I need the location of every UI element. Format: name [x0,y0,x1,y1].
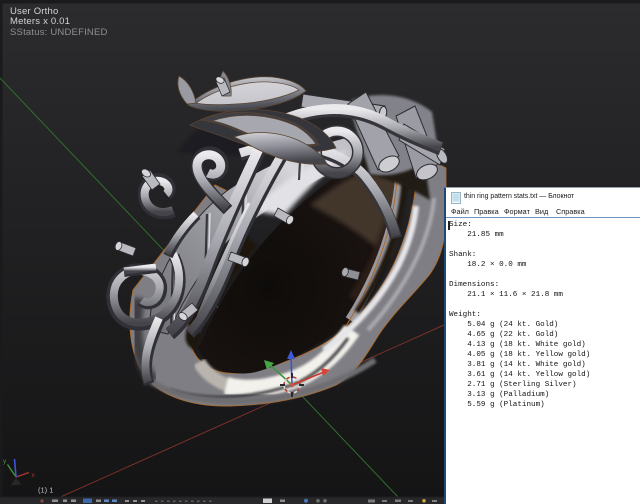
svg-text:(1) 1: (1) 1 [38,486,53,495]
